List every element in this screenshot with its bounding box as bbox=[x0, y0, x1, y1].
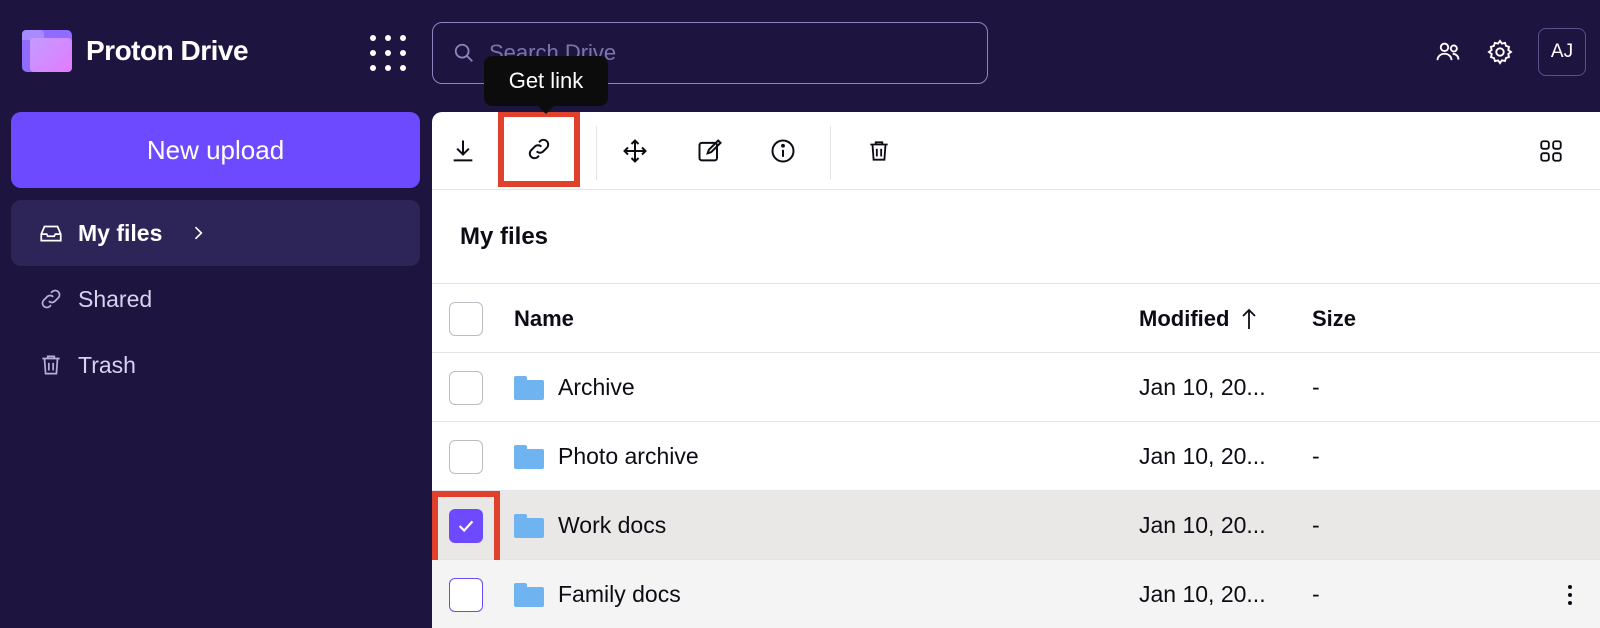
column-header-label: Modified bbox=[1139, 305, 1230, 331]
move-button[interactable] bbox=[610, 126, 660, 176]
sidebar-item-my-files[interactable]: My files bbox=[11, 200, 420, 266]
more-options-icon[interactable] bbox=[1560, 578, 1580, 612]
row-checkbox[interactable] bbox=[449, 371, 483, 405]
trash-icon bbox=[870, 141, 888, 161]
sidebar-nav: My files Shared Trash bbox=[11, 200, 420, 398]
row-checkbox[interactable] bbox=[449, 440, 483, 474]
sidebar-item-label: My files bbox=[78, 219, 163, 246]
folder-icon bbox=[514, 375, 544, 400]
table-row[interactable]: Archive Jan 10, 20... - bbox=[432, 353, 1600, 422]
grid-view-button[interactable] bbox=[1526, 126, 1576, 176]
app-switcher-grid-icon[interactable] bbox=[370, 35, 408, 73]
file-size: - bbox=[1312, 443, 1320, 469]
select-all-checkbox[interactable] bbox=[449, 302, 483, 336]
edit-pencil-icon bbox=[698, 139, 722, 162]
grid-view-icon bbox=[1540, 140, 1562, 162]
folder-icon bbox=[514, 513, 544, 538]
sort-arrow-up-icon bbox=[1242, 308, 1257, 329]
folder-icon bbox=[514, 444, 544, 469]
chevron-right-icon[interactable] bbox=[188, 223, 208, 243]
inbox-drive-icon bbox=[40, 225, 62, 242]
file-name: Family docs bbox=[558, 581, 681, 607]
gear-icon[interactable] bbox=[1486, 38, 1514, 66]
file-size: - bbox=[1312, 374, 1320, 400]
link-icon bbox=[528, 138, 550, 160]
sidebar-item-shared[interactable]: Shared bbox=[11, 266, 420, 332]
sidebar-item-trash[interactable]: Trash bbox=[11, 332, 420, 398]
modified-date: Jan 10, 20... bbox=[1139, 443, 1266, 469]
file-size: - bbox=[1312, 581, 1320, 607]
rename-button[interactable] bbox=[685, 126, 735, 176]
download-button[interactable] bbox=[438, 126, 488, 176]
modified-date: Jan 10, 20... bbox=[1139, 581, 1266, 607]
modified-date: Jan 10, 20... bbox=[1139, 512, 1266, 538]
user-avatar[interactable]: AJ bbox=[1538, 28, 1586, 76]
file-name: Work docs bbox=[558, 512, 667, 538]
download-icon bbox=[453, 140, 473, 162]
trash-icon bbox=[42, 355, 60, 375]
breadcrumb[interactable]: My files bbox=[432, 190, 1600, 284]
table-row-selected[interactable]: Work docs Jan 10, 20... - bbox=[432, 491, 1600, 571]
get-link-tooltip: Get link bbox=[484, 56, 608, 114]
row-checkbox[interactable] bbox=[449, 578, 483, 612]
share-users-icon[interactable] bbox=[1434, 38, 1462, 66]
column-header-modified[interactable]: Modified bbox=[1139, 284, 1259, 353]
table-header: Name Modified Size bbox=[432, 284, 1600, 353]
toolbar bbox=[432, 112, 1600, 190]
move-arrows-icon bbox=[623, 139, 647, 163]
info-icon bbox=[771, 139, 795, 163]
trash-button[interactable] bbox=[854, 126, 904, 176]
folder-icon bbox=[514, 582, 544, 607]
modified-date: Jan 10, 20... bbox=[1139, 374, 1266, 400]
file-name: Photo archive bbox=[558, 443, 699, 469]
table-row[interactable]: Photo archive Jan 10, 20... - bbox=[432, 422, 1600, 491]
new-upload-button[interactable]: New upload bbox=[11, 112, 420, 188]
get-link-button[interactable] bbox=[498, 112, 580, 187]
row-checkbox-checked[interactable] bbox=[449, 509, 483, 543]
sidebar-item-label: Shared bbox=[78, 285, 153, 312]
file-name: Archive bbox=[558, 374, 635, 400]
sidebar-item-label: Trash bbox=[78, 351, 136, 378]
toolbar-divider bbox=[596, 126, 597, 180]
toolbar-divider bbox=[830, 126, 831, 180]
drive-logo-icon bbox=[22, 30, 72, 72]
column-header-size[interactable]: Size bbox=[1312, 284, 1356, 353]
main-panel: My files Name Modified Size Archive Jan … bbox=[432, 112, 1600, 628]
file-size: - bbox=[1312, 512, 1320, 538]
link-icon bbox=[41, 289, 61, 309]
checkmark-icon bbox=[458, 520, 474, 533]
column-header-name[interactable]: Name bbox=[514, 284, 574, 353]
table-row[interactable]: Family docs Jan 10, 20... - bbox=[432, 560, 1600, 628]
search-icon bbox=[454, 43, 473, 62]
app-name: Proton Drive bbox=[86, 35, 249, 66]
proton-drive-logo[interactable]: Proton Drive bbox=[22, 30, 249, 72]
details-button[interactable] bbox=[758, 126, 808, 176]
